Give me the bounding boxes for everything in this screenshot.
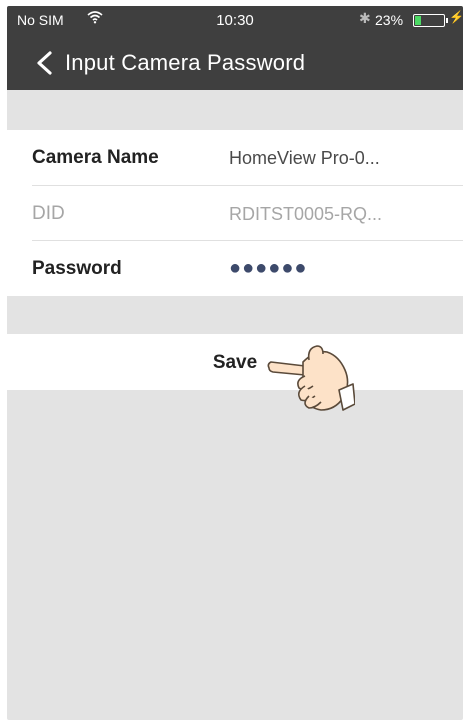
bluetooth-icon: ✱	[359, 10, 371, 26]
bolt-icon: ⚡	[449, 10, 463, 24]
camera-name-field[interactable]: HomeView Pro-0...	[229, 148, 380, 169]
camera-form: Camera Name HomeView Pro-0... DID RDITST…	[7, 130, 463, 296]
status-bar: No SIM 10:30 ✱ 23% ⚡	[7, 6, 463, 32]
navigation-bar: Input Camera Password	[7, 36, 463, 90]
camera-name-label: Camera Name	[32, 147, 159, 168]
password-row[interactable]: Password ●●●●●●	[7, 241, 463, 296]
battery-icon	[413, 14, 448, 27]
phone-screen: No SIM 10:30 ✱ 23% ⚡ Input Camera Passwo…	[7, 6, 463, 720]
battery-fill	[415, 16, 421, 25]
password-label: Password	[32, 258, 122, 279]
pointing-hand-icon	[267, 345, 355, 411]
did-field: RDITST0005-RQ...	[229, 204, 383, 224]
save-button[interactable]: Save	[7, 334, 463, 390]
did-label: DID	[32, 203, 65, 224]
battery-percent: 23%	[375, 12, 404, 28]
did-row: DID RDITST0005-RQ...	[7, 186, 463, 241]
password-field[interactable]: ●●●●●●	[229, 257, 307, 280]
chevron-left-icon[interactable]	[33, 50, 55, 76]
camera-name-row[interactable]: Camera Name HomeView Pro-0...	[7, 130, 463, 185]
top-bar: No SIM 10:30 ✱ 23% ⚡ Input Camera Passwo…	[7, 6, 463, 90]
page-title: Input Camera Password	[65, 50, 306, 75]
save-button-label: Save	[212, 352, 258, 373]
